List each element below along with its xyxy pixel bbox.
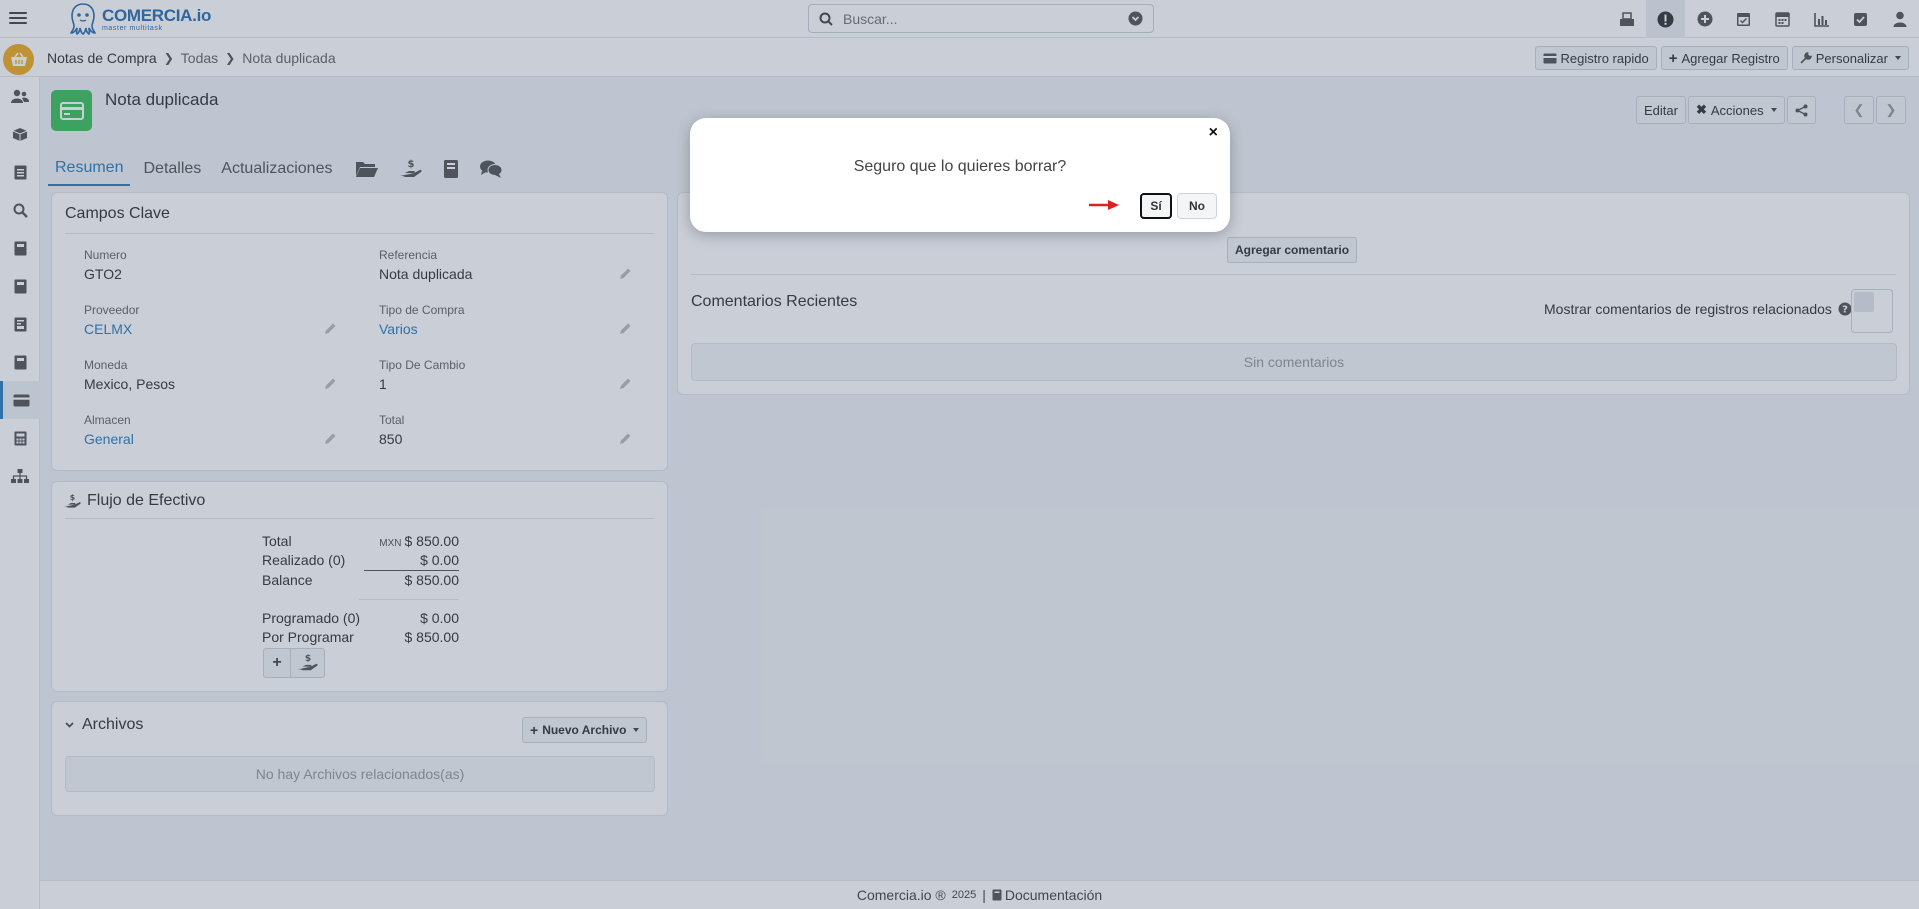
confirm-no-button[interactable]: No xyxy=(1177,193,1217,219)
close-icon[interactable]: × xyxy=(1209,124,1218,142)
confirm-yes-button[interactable]: Sí xyxy=(1140,193,1172,219)
delete-confirm-dialog: × Seguro que lo quieres borrar? Sí No xyxy=(690,118,1230,232)
dialog-message: Seguro que lo quieres borrar? xyxy=(853,158,1067,175)
arrow-right-icon xyxy=(1089,200,1119,210)
